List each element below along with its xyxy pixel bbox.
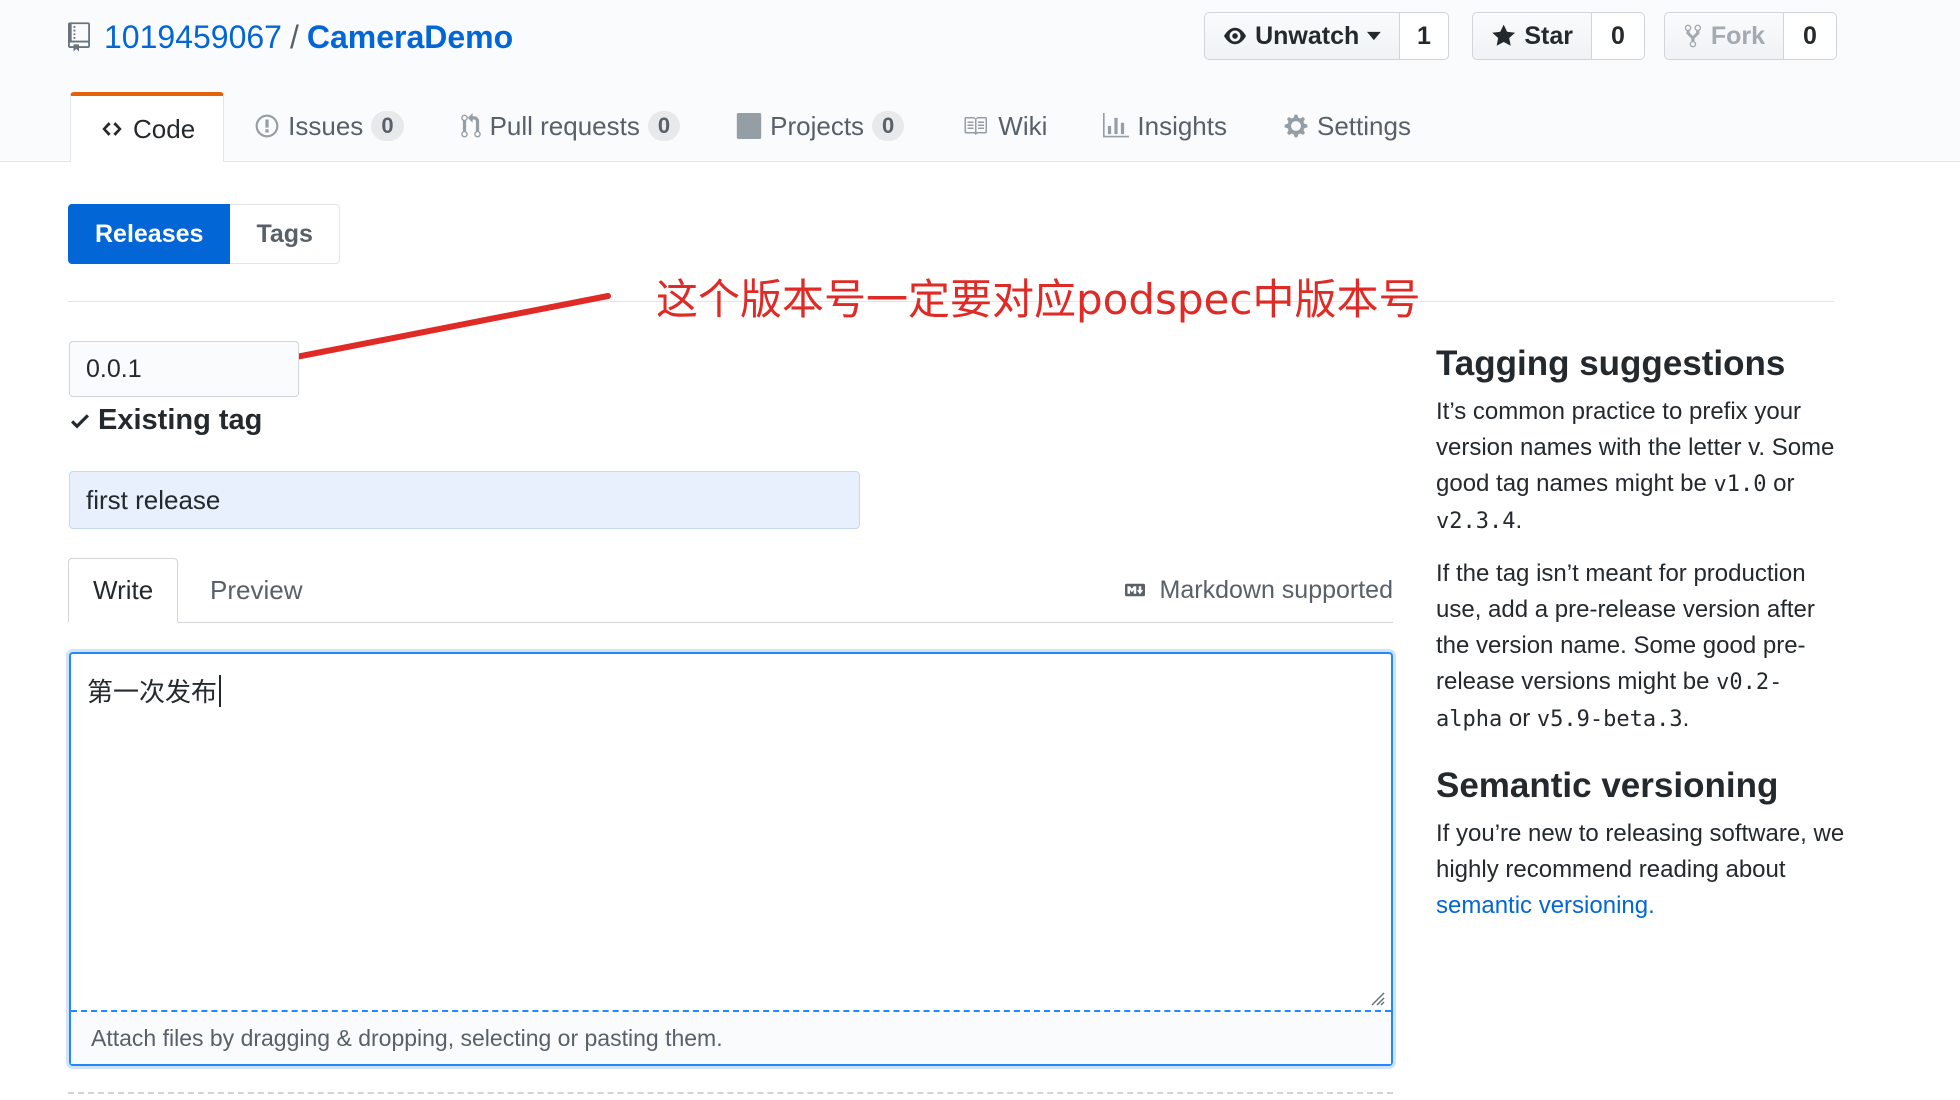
- graph-icon: [1103, 113, 1130, 138]
- repo-name-link[interactable]: CameraDemo: [307, 19, 513, 56]
- issues-counter: 0: [371, 111, 404, 141]
- star-group: Star 0: [1472, 12, 1645, 60]
- unwatch-button[interactable]: Unwatch: [1204, 12, 1400, 60]
- tab-issues[interactable]: Issues 0: [228, 92, 429, 160]
- star-button[interactable]: Star: [1472, 12, 1592, 60]
- tab-insights-label: Insights: [1137, 110, 1227, 141]
- stars-count[interactable]: 0: [1592, 12, 1645, 60]
- eye-icon: [1224, 27, 1247, 45]
- repo-owner-link[interactable]: 1019459067: [104, 19, 282, 56]
- semantic-versioning-link[interactable]: semantic versioning.: [1436, 892, 1655, 919]
- projects-counter: 0: [872, 111, 905, 141]
- tab-pull-requests[interactable]: Pull requests 0: [434, 92, 707, 160]
- tag-status: Existing tag: [68, 404, 262, 437]
- tab-issues-label: Issues: [288, 110, 364, 141]
- fork-label: Fork: [1710, 21, 1765, 50]
- attach-hint: Attach files by dragging & dropping, sel…: [91, 1024, 723, 1051]
- file-attachment-dropzone[interactable]: Attach files by dragging & dropping, sel…: [71, 1010, 1391, 1064]
- pull-request-icon: [460, 113, 481, 138]
- body-text: 第一次发布: [87, 678, 218, 708]
- release-body-textarea[interactable]: 第一次发布 Attach files by dragging & droppin…: [69, 652, 1393, 1066]
- fork-button[interactable]: Fork: [1664, 12, 1784, 60]
- prerelease-text-2: or: [1502, 705, 1537, 732]
- tab-code-label: Code: [133, 113, 196, 144]
- tab-settings-label: Settings: [1317, 110, 1411, 141]
- bottom-divider: [68, 1092, 1393, 1094]
- semver-paragraph: If you’re new to releasing software, we …: [1436, 816, 1846, 924]
- release-title-input[interactable]: [69, 471, 860, 529]
- project-icon: [736, 113, 762, 139]
- markdown-supported-link[interactable]: Markdown supported: [1120, 558, 1393, 622]
- star-icon: [1492, 24, 1516, 46]
- tag-example-2: v2.3.4: [1436, 509, 1516, 534]
- repo-separator: /: [289, 18, 299, 55]
- tag-version-input[interactable]: [69, 341, 299, 397]
- gear-icon: [1284, 114, 1308, 138]
- unwatch-label: Unwatch: [1255, 21, 1360, 50]
- tagging-paragraph: It’s common practice to prefix your vers…: [1436, 394, 1846, 540]
- tab-projects[interactable]: Projects 0: [710, 92, 930, 160]
- repo-header: 1019459067 / CameraDemo Unwatch 1 Star 0…: [0, 0, 1960, 162]
- preview-tab[interactable]: Preview: [186, 558, 326, 622]
- prerelease-paragraph: If the tag isn’t meant for production us…: [1436, 556, 1846, 738]
- tagging-sidebar: Tagging suggestions It’s common practice…: [1436, 342, 1846, 940]
- prerelease-text-3: .: [1682, 705, 1690, 732]
- tab-projects-label: Projects: [770, 110, 865, 141]
- semver-text: If you’re new to releasing software, we …: [1436, 820, 1845, 883]
- pull-requests-counter: 0: [647, 111, 681, 141]
- tab-wiki-label: Wiki: [998, 110, 1048, 141]
- prerelease-example-2: v5.9-beta.3: [1536, 707, 1683, 732]
- tab-pull-requests-label: Pull requests: [489, 110, 640, 141]
- releases-tab[interactable]: Releases: [68, 204, 231, 264]
- forks-count[interactable]: 0: [1784, 12, 1837, 60]
- tab-settings[interactable]: Settings: [1257, 92, 1437, 160]
- book-icon: [964, 117, 988, 135]
- tagging-text-2: or: [1766, 470, 1795, 497]
- repo-nav: Code Issues 0 Pull requests 0 Projects 0…: [70, 92, 1441, 162]
- code-icon: [102, 122, 122, 136]
- markdown-hint-label: Markdown supported: [1159, 575, 1393, 604]
- caret-down-icon: [1367, 31, 1381, 41]
- tab-code[interactable]: Code: [70, 92, 225, 162]
- releases-subnav: Releases Tags: [68, 204, 340, 264]
- repo-title: 1019459067 / CameraDemo: [68, 14, 513, 60]
- annotation-text: 这个版本号一定要对应podspec中版本号: [656, 275, 1421, 324]
- tagging-text-3: .: [1515, 507, 1523, 534]
- star-label: Star: [1524, 21, 1573, 50]
- tab-wiki[interactable]: Wiki: [934, 92, 1073, 160]
- repo-icon: [68, 22, 90, 52]
- tag-example-1: v1.0: [1713, 472, 1767, 497]
- check-icon: [71, 413, 89, 428]
- watchers-count[interactable]: 1: [1400, 12, 1449, 60]
- body-text-wrapper: 第一次发布: [87, 672, 222, 709]
- write-tab[interactable]: Write: [68, 558, 179, 623]
- tagging-suggestions-heading: Tagging suggestions: [1436, 344, 1786, 383]
- issue-icon: [255, 114, 279, 138]
- text-caret: [219, 674, 222, 707]
- tag-status-label: Existing tag: [98, 404, 263, 436]
- resize-grip-icon[interactable]: [1369, 990, 1385, 1006]
- markdown-icon: [1124, 583, 1145, 597]
- tags-tab[interactable]: Tags: [230, 204, 340, 264]
- editor-tabs: Write Preview Markdown supported: [68, 558, 1393, 623]
- fork-icon: [1684, 24, 1702, 48]
- fork-group: Fork 0: [1664, 12, 1837, 60]
- watch-group: Unwatch 1: [1204, 12, 1449, 60]
- tab-insights[interactable]: Insights: [1077, 92, 1253, 160]
- semantic-versioning-heading: Semantic versioning: [1436, 766, 1779, 805]
